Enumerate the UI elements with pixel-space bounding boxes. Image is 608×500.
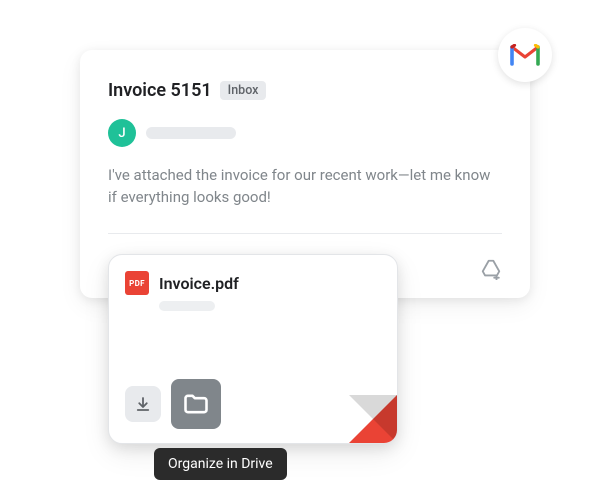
download-button[interactable] (125, 386, 161, 422)
attachment-header: PDF Invoice.pdf (109, 255, 397, 301)
email-subject: Invoice 5151 (108, 80, 212, 101)
download-icon (134, 395, 152, 413)
page-fold-icon (349, 395, 397, 443)
add-to-drive-icon[interactable] (480, 258, 502, 284)
attachment-filename: Invoice.pdf (159, 274, 239, 293)
avatar[interactable]: J (108, 119, 136, 147)
folder-icon (182, 390, 210, 418)
sender-name-placeholder (146, 127, 236, 139)
tooltip: Organize in Drive (154, 448, 287, 480)
attachment-card[interactable]: PDF Invoice.pdf (108, 254, 398, 444)
gmail-icon (498, 28, 552, 82)
subject-row: Invoice 5151 Inbox (108, 80, 502, 101)
email-body: I've attached the invoice for our recent… (108, 165, 502, 209)
divider (108, 233, 502, 234)
organize-in-drive-button[interactable] (171, 379, 221, 429)
attachment-actions (125, 379, 221, 429)
attachment-subtitle-placeholder (159, 301, 215, 311)
pdf-icon: PDF (125, 271, 149, 295)
sender-row: J (108, 119, 502, 147)
inbox-label[interactable]: Inbox (220, 81, 267, 100)
